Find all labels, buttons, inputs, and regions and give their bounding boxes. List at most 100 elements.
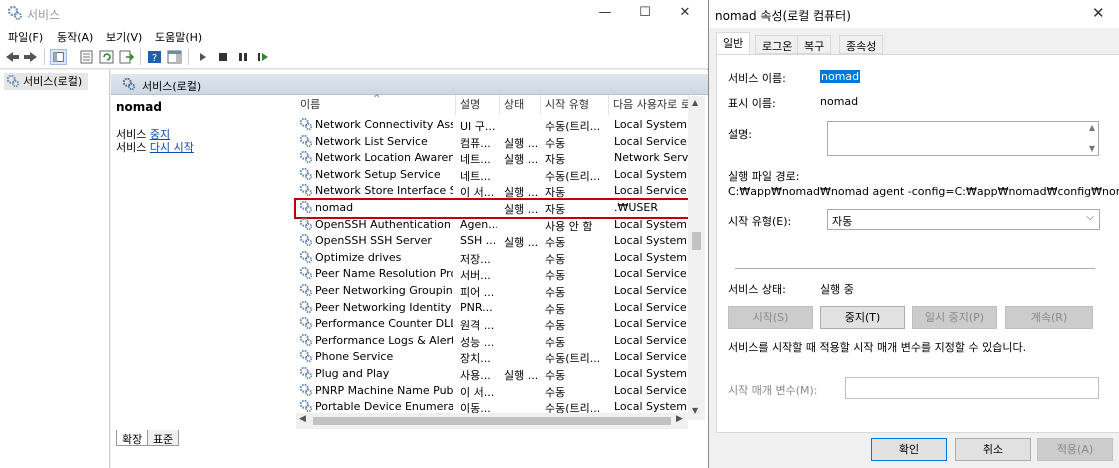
table-row[interactable]: Peer Name Resolution Prot... 서버... 수동 Local… xyxy=(296,266,689,283)
stop-service-prefix: 서비스 xyxy=(116,128,150,141)
gear-icon xyxy=(299,233,313,250)
minimize-button[interactable]: — xyxy=(594,4,616,22)
ok-button[interactable]: 확인 xyxy=(871,438,947,461)
resume-button[interactable]: 계속(R) xyxy=(1005,306,1093,329)
table-row[interactable]: Peer Networking Identity ... PNR... 수동 Loca… xyxy=(296,300,689,317)
scroll-down-icon[interactable]: ▼ xyxy=(692,406,698,415)
tab-standard[interactable]: 표준 xyxy=(147,430,180,446)
play-icon[interactable] xyxy=(194,49,211,65)
scroll-thumb[interactable] xyxy=(692,232,701,250)
gear-icon xyxy=(299,117,313,134)
service-logon-cell: Local System xyxy=(614,234,688,248)
tab-general[interactable]: 일반 xyxy=(716,32,751,55)
column-header-logon-as[interactable]: 다음 사용자로 로 xyxy=(609,95,689,115)
service-description-cell: 이 서... xyxy=(460,385,495,399)
console-tree-icon[interactable] xyxy=(50,49,67,65)
apply-button[interactable]: 적용(A) xyxy=(1037,438,1113,461)
hscroll-thumb[interactable] xyxy=(313,417,671,425)
refresh-icon[interactable] xyxy=(98,49,115,65)
table-row[interactable]: Performance Counter DLL ... 원격 ... 수동 Local… xyxy=(296,316,689,333)
details-pane: 서비스(로컬) nomad 서비스 중지 서비스 다시 시작 이름 ^ 설명 상태… xyxy=(111,70,708,468)
table-row[interactable]: PNRP Machine Name Publi... 이 서... 수동 Local … xyxy=(296,383,689,400)
table-row[interactable]: Peer Networking Grouping 피어 ... 수동 Local Se… xyxy=(296,283,689,300)
service-name-cell: Peer Networking Grouping xyxy=(315,283,453,297)
show-hide-action-pane-icon[interactable] xyxy=(166,49,183,65)
table-row[interactable]: OpenSSH Authentication A... Agen... 사용 안 함… xyxy=(296,217,689,234)
vertical-scrollbar[interactable]: ▲ ▼ xyxy=(688,96,705,420)
menu-help[interactable]: 도움말(H) xyxy=(155,29,202,45)
tree-item-services-local[interactable]: 서비스(로컬) xyxy=(4,73,88,90)
exe-path-value[interactable]: C:₩app₩nomad₩nomad agent -config=C:₩app₩… xyxy=(728,185,1119,198)
tab-dependencies[interactable]: 종속성 xyxy=(839,35,884,54)
service-name-cell: Peer Networking Identity ... xyxy=(315,300,453,314)
help-icon[interactable]: ? xyxy=(146,49,163,65)
svg-text:?: ? xyxy=(152,53,157,64)
scroll-up-icon[interactable]: ▲ xyxy=(1089,123,1095,132)
service-startup-cell: 수동 xyxy=(545,236,566,250)
table-row[interactable]: Network List Service 컴퓨... 실행 ... 수동 Local S… xyxy=(296,134,689,151)
stop-service-link[interactable]: 중지 xyxy=(150,128,170,141)
scroll-down-icon[interactable]: ▼ xyxy=(1089,144,1095,153)
close-button[interactable]: ✕ xyxy=(674,4,696,22)
table-row[interactable]: OpenSSH SSH Server SSH ... 실행 ... 수동 Local S… xyxy=(296,233,689,250)
pause-icon[interactable] xyxy=(234,49,251,65)
maximize-button[interactable]: ☐ xyxy=(634,4,656,22)
cancel-button[interactable]: 취소 xyxy=(955,438,1031,461)
table-row[interactable]: Network Location Awareness 네트... 실행 ... 자동 N… xyxy=(296,150,692,167)
start-parameters-input[interactable] xyxy=(845,377,1099,399)
table-row[interactable]: Network Setup Service 네트... 수동(트리... Local … xyxy=(296,167,689,184)
gear-icon xyxy=(299,300,313,317)
service-status-cell: 실행 ... xyxy=(504,202,539,216)
service-name-cell: Network Setup Service xyxy=(315,167,441,181)
restart-service-line: 서비스 다시 시작 xyxy=(116,141,291,154)
table-row[interactable]: nomad 실행 ... 자동 .₩USER xyxy=(294,198,691,219)
table-row[interactable]: Plug and Play 사용... 실행 ... 수동 Local System xyxy=(296,366,689,383)
column-header-status[interactable]: 상태 xyxy=(500,95,541,115)
start-button[interactable]: 시작(S) xyxy=(728,306,813,329)
tab-recovery[interactable]: 복구 xyxy=(797,35,832,54)
tab-logon[interactable]: 로그온 xyxy=(755,35,800,54)
forward-arrow-icon[interactable] xyxy=(22,49,39,65)
column-header-name[interactable]: 이름 ^ xyxy=(296,94,456,115)
menu-view[interactable]: 보기(V) xyxy=(106,29,142,45)
service-startup-cell: 자동 xyxy=(545,153,566,167)
view-tabs: 확장 표준 xyxy=(111,430,708,450)
scroll-left-icon[interactable]: ◀ xyxy=(299,414,306,424)
table-row[interactable]: Phone Service 장치... 수동(트리... Local Service xyxy=(296,349,689,366)
scroll-right-icon[interactable]: ▶ xyxy=(676,414,683,424)
menu-action[interactable]: 동작(A) xyxy=(57,29,93,45)
column-header-startup-type[interactable]: 시작 유형 xyxy=(541,95,609,115)
stop-button[interactable]: 중지(T) xyxy=(820,306,905,329)
gear-icon xyxy=(7,5,22,20)
menu-file[interactable]: 파일(F) xyxy=(8,29,43,45)
scroll-up-icon[interactable]: ▲ xyxy=(692,98,698,107)
console-tree: 서비스(로컬) xyxy=(0,70,110,468)
startup-type-select[interactable]: 자동 ⌵ xyxy=(827,209,1100,230)
column-header-description[interactable]: 설명 xyxy=(456,95,500,115)
service-logon-cell: Local Service xyxy=(614,283,687,297)
stop-icon[interactable] xyxy=(214,49,231,65)
restart-icon[interactable] xyxy=(254,49,271,65)
table-row[interactable]: Network Store Interface Se... 이 서... 실행 ..… xyxy=(296,183,689,200)
properties-page-icon[interactable] xyxy=(78,49,95,65)
service-startup-cell: 수동 xyxy=(545,285,566,299)
table-row[interactable]: Optimize drives 저장... 수동 Local System xyxy=(296,250,689,267)
pause-button[interactable]: 일시 중지(P) xyxy=(912,306,997,329)
back-arrow-icon[interactable] xyxy=(4,49,21,65)
gear-icon xyxy=(299,316,313,333)
restart-service-link[interactable]: 다시 시작 xyxy=(150,141,194,154)
dialog-close-button[interactable]: ✕ xyxy=(1092,4,1105,22)
tab-extended[interactable]: 확장 xyxy=(116,430,149,446)
gear-icon xyxy=(299,150,313,167)
display-name-value[interactable]: nomad xyxy=(820,95,858,108)
description-field[interactable]: ▲ ▼ xyxy=(827,121,1099,156)
service-startup-cell: 수동 xyxy=(545,136,566,150)
sort-ascending-icon: ^ xyxy=(373,94,381,104)
service-startup-cell: 수동 xyxy=(545,302,566,316)
export-list-icon[interactable] xyxy=(118,49,135,65)
table-row[interactable]: Performance Logs & Alerts 성능 ... 수동 Local S… xyxy=(296,333,689,350)
services-window: 서비스 — ☐ ✕ 파일(F) 동작(A) 보기(V) 도움말(H) ? 서비스… xyxy=(0,0,708,468)
table-row[interactable]: Network Connectivity Assis... UI 구... 수동(트… xyxy=(296,117,689,134)
service-name-value[interactable]: nomad xyxy=(820,70,861,83)
horizontal-scrollbar[interactable]: ◀ ▶ xyxy=(296,413,688,429)
